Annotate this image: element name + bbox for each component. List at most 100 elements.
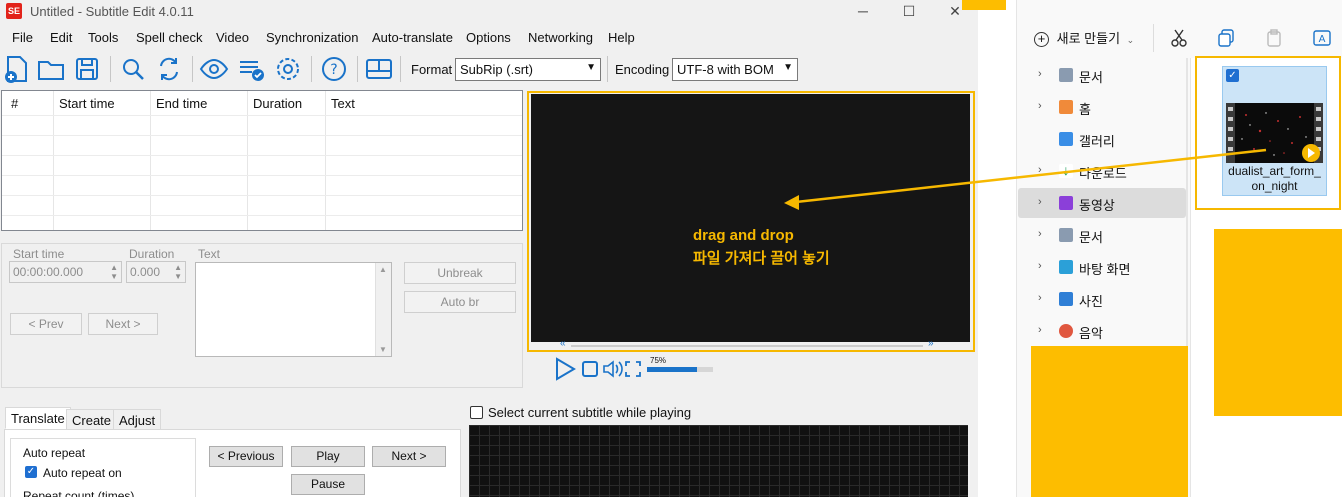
visual-sync-icon[interactable]: [199, 53, 229, 85]
cut-icon[interactable]: [1169, 28, 1189, 48]
menu-networking[interactable]: Networking: [528, 30, 593, 45]
help-icon[interactable]: ?: [319, 53, 349, 85]
new-file-icon[interactable]: [2, 53, 32, 85]
volume-slider[interactable]: [647, 367, 713, 372]
menu-spell-check[interactable]: Spell check: [136, 30, 202, 45]
prev-button[interactable]: < Prev: [10, 313, 82, 335]
play-icon[interactable]: [552, 356, 578, 382]
menu-tools[interactable]: Tools: [88, 30, 118, 45]
find-icon[interactable]: [118, 53, 148, 85]
next-button[interactable]: Next >: [88, 313, 158, 335]
chevron-right-icon[interactable]: ›: [1038, 324, 1042, 336]
nav-item-label: 문서: [1079, 230, 1103, 245]
menu-options[interactable]: Options: [466, 30, 511, 45]
scrollbar[interactable]: ▲ ▼: [375, 263, 391, 356]
title-bar: SE Untitled - Subtitle Edit 4.0.11 ─ ☐ ✕: [0, 0, 978, 24]
previous-button[interactable]: < Previous: [209, 446, 283, 467]
chevron-right-icon[interactable]: ›: [1038, 100, 1042, 112]
file-name-line-2: on_night: [1251, 179, 1298, 193]
menu-edit[interactable]: Edit: [50, 30, 72, 45]
unbreak-button[interactable]: Unbreak: [404, 262, 516, 284]
subtitle-text-box[interactable]: ▲ ▼: [195, 262, 392, 357]
nav-item-documents[interactable]: › 문서: [1018, 60, 1186, 90]
rename-icon[interactable]: A: [1312, 28, 1332, 48]
spinner-icon[interactable]: ▲ ▼: [110, 263, 118, 281]
dropdown-arrow-icon: ▼: [586, 62, 596, 73]
chevron-right-icon[interactable]: ›: [1038, 292, 1042, 304]
spinner-icon[interactable]: ▲ ▼: [174, 263, 182, 281]
new-item-button[interactable]: + 새로 만들기 ⌄: [1034, 28, 1134, 47]
menu-auto-translate[interactable]: Auto-translate: [372, 30, 453, 45]
chevron-right-icon[interactable]: ›: [1038, 164, 1042, 176]
maximize-icon[interactable]: ☐: [886, 0, 932, 22]
save-icon[interactable]: [72, 53, 102, 85]
volume-slider-fill: [647, 367, 697, 372]
tab-create[interactable]: Create: [66, 409, 118, 431]
column-header-start-time[interactable]: Start time: [59, 96, 115, 111]
nav-item-label: 홈: [1079, 102, 1091, 117]
chevron-down-icon: ⌄: [1126, 35, 1135, 45]
settings-gear-icon[interactable]: [273, 53, 303, 85]
play-button[interactable]: Play: [291, 446, 365, 467]
menu-help[interactable]: Help: [608, 30, 635, 45]
fast-forward-icon[interactable]: »: [928, 338, 934, 349]
column-header-end-time[interactable]: End time: [156, 96, 207, 111]
scroll-down-icon[interactable]: ▼: [379, 345, 387, 354]
chevron-right-icon[interactable]: ›: [1038, 68, 1042, 80]
start-time-input[interactable]: 00:00:00.000 ▲ ▼: [9, 261, 122, 283]
new-item-label: 새로 만들기: [1056, 31, 1121, 46]
highlight-block: [962, 0, 1006, 10]
nav-item-music[interactable]: › 음악: [1018, 316, 1186, 346]
encoding-select-value: UTF-8 with BOM: [677, 62, 774, 77]
copy-icon[interactable]: [1216, 28, 1236, 48]
seek-track[interactable]: [571, 345, 923, 347]
nav-item-downloads[interactable]: › ↓ 다운로드: [1018, 156, 1186, 186]
column-header-number[interactable]: #: [11, 96, 18, 111]
pause-button[interactable]: Pause: [291, 474, 365, 495]
menu-file[interactable]: File: [12, 30, 33, 45]
stop-icon[interactable]: [581, 360, 599, 378]
replace-icon[interactable]: [154, 53, 184, 85]
waveform-panel[interactable]: [469, 425, 968, 497]
nav-item-gallery[interactable]: 갤러리: [1018, 124, 1186, 154]
tab-adjust[interactable]: Adjust: [113, 409, 162, 431]
select-current-checkbox[interactable]: [470, 406, 483, 419]
rewind-icon[interactable]: «: [560, 338, 566, 349]
subtitle-grid[interactable]: # Start time End time Duration Text: [1, 90, 523, 231]
menu-video[interactable]: Video: [216, 30, 249, 45]
tab-translate[interactable]: Translate: [5, 407, 71, 429]
column-divider: [247, 91, 248, 230]
open-folder-icon[interactable]: [36, 53, 66, 85]
minimize-icon[interactable]: ─: [840, 0, 886, 22]
layout-icon[interactable]: [364, 53, 394, 85]
row-divider: [2, 215, 522, 216]
nav-item-documents-2[interactable]: › 문서: [1018, 220, 1186, 250]
toolbar-separator: [311, 56, 312, 82]
format-select[interactable]: SubRip (.srt) ▼: [455, 58, 601, 81]
nav-item-home[interactable]: › 홈: [1018, 92, 1186, 122]
auto-br-button[interactable]: Auto br: [404, 291, 516, 313]
column-header-duration[interactable]: Duration: [253, 96, 302, 111]
nav-item-pictures[interactable]: › 사진: [1018, 284, 1186, 314]
encoding-select[interactable]: UTF-8 with BOM ▼: [672, 58, 798, 81]
document-icon: [1059, 68, 1073, 82]
column-header-text[interactable]: Text: [331, 96, 355, 111]
chevron-right-icon[interactable]: ›: [1038, 196, 1042, 208]
chevron-right-icon[interactable]: ›: [1038, 260, 1042, 272]
duration-input[interactable]: 0.000 ▲ ▼: [126, 261, 186, 283]
column-divider: [150, 91, 151, 230]
volume-icon[interactable]: [602, 359, 624, 379]
video-player[interactable]: [531, 94, 970, 342]
scroll-up-icon[interactable]: ▲: [379, 265, 387, 274]
paste-icon[interactable]: [1264, 28, 1284, 48]
auto-repeat-checkbox[interactable]: ✓: [25, 466, 37, 478]
nav-item-desktop[interactable]: › 바탕 화면: [1018, 252, 1186, 282]
next-subtitle-button[interactable]: Next >: [372, 446, 446, 467]
chevron-right-icon[interactable]: ›: [1038, 228, 1042, 240]
nav-item-videos[interactable]: › 동영상: [1018, 188, 1186, 218]
menu-synchronization[interactable]: Synchronization: [266, 30, 359, 45]
spell-check-icon[interactable]: [237, 53, 267, 85]
file-select-checkbox[interactable]: ✓: [1226, 69, 1239, 82]
fullscreen-icon[interactable]: [624, 360, 642, 378]
video-seek-bar[interactable]: « »: [531, 338, 970, 349]
